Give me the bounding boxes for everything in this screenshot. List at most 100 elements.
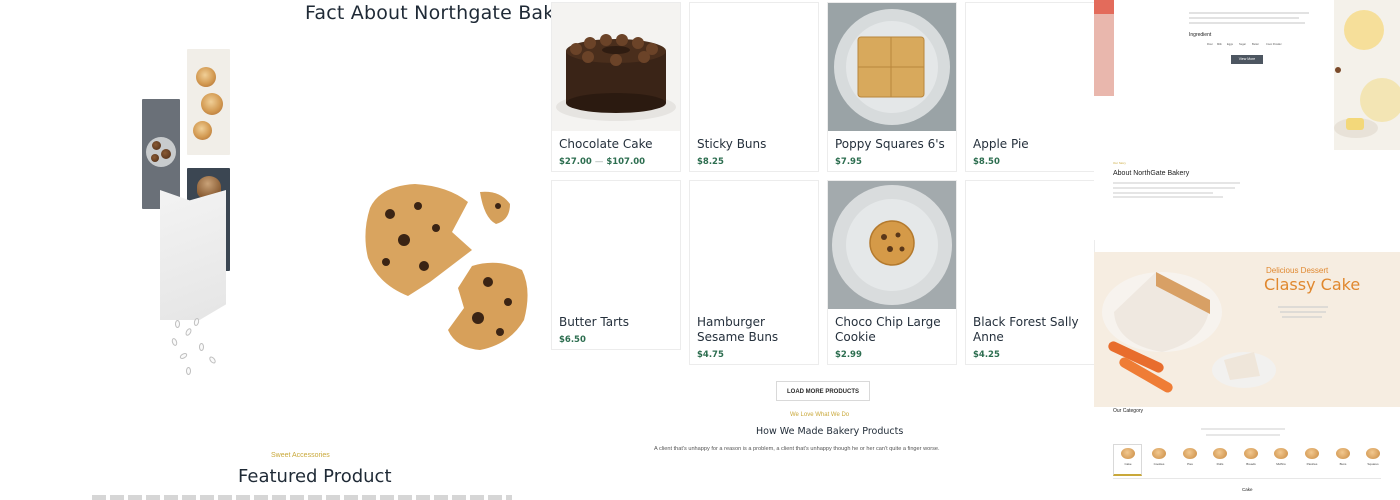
product-name[interactable]: Choco Chip Large Cookie xyxy=(835,315,953,345)
product-name[interactable]: Apple Pie xyxy=(973,137,1091,152)
pies-icon xyxy=(1183,448,1197,459)
preview-category-label: Squares xyxy=(1367,462,1379,466)
rolls-icon xyxy=(1213,448,1227,459)
preview-section-label: Cake xyxy=(1242,487,1253,492)
product-image[interactable] xyxy=(828,181,956,309)
preview-text-line xyxy=(1189,22,1305,24)
preview-cake-image xyxy=(1094,0,1400,150)
preview-about-title: About NorthGate Bakery xyxy=(1113,170,1190,177)
product-image-placeholder[interactable] xyxy=(552,181,680,309)
pastries-icon xyxy=(1305,448,1319,459)
preview-view-more-button[interactable]: View More xyxy=(1231,55,1263,64)
product-card[interactable]: Apple Pie $8.50 xyxy=(965,2,1095,172)
preview-category-label: Buns xyxy=(1339,462,1347,466)
bagels-photo xyxy=(187,49,230,155)
preview-hero-banner: Delicious Dessert Classy Cake xyxy=(1094,252,1400,407)
flour-bag-illustration xyxy=(160,190,226,320)
preview-category-label: Breads xyxy=(1246,462,1256,466)
page: Fact About Northgate Bakery Chocolate Ca… xyxy=(0,0,1400,500)
product-image-placeholder[interactable] xyxy=(966,181,1094,309)
preview-text-line xyxy=(1113,182,1240,184)
preview-category-item[interactable]: Breads xyxy=(1239,448,1263,466)
preview-category-label: Cake xyxy=(1124,462,1132,466)
preview-category-label: Rolls xyxy=(1216,462,1224,466)
product-card[interactable]: Hamburger Sesame Buns $4.75 xyxy=(689,180,819,365)
featured-product-description xyxy=(92,495,512,500)
preview-category-heading: Our Category xyxy=(1113,408,1144,414)
preview-category-item[interactable]: Buns xyxy=(1331,448,1355,466)
preview-text-line xyxy=(1189,17,1299,19)
preview-category-label: Pastries xyxy=(1306,462,1318,466)
sweet-accessories-tagline: Sweet Accessories xyxy=(271,452,330,459)
we-love-tagline: We Love What We Do xyxy=(790,412,850,418)
preview-text-line xyxy=(1206,434,1280,436)
featured-product-title: Featured Product xyxy=(238,466,392,487)
product-card[interactable]: Chocolate Cake $27.00— $107.00 xyxy=(551,2,681,172)
product-price: $2.99 xyxy=(835,350,862,360)
page-preview-bottom[interactable]: Delicious Dessert Classy Cake Our Catego… xyxy=(1094,252,1400,500)
load-more-products-button[interactable]: LOAD MORE PRODUCTS xyxy=(776,381,870,401)
product-card[interactable]: Poppy Squares 6's $7.95 xyxy=(827,2,957,172)
preview-category-item[interactable]: Cake xyxy=(1116,448,1140,466)
preview-hero-tag: Delicious Dessert xyxy=(1266,266,1329,275)
preview-divider xyxy=(1113,478,1381,479)
squares-icon xyxy=(1366,448,1380,459)
product-price: $27.00— $107.00 xyxy=(559,157,680,167)
preview-category-label: Muffins xyxy=(1276,462,1286,466)
product-grid: Chocolate Cake $27.00— $107.00 Sticky Bun… xyxy=(551,2,1095,367)
product-name[interactable]: Hamburger Sesame Buns xyxy=(697,315,815,345)
product-price: $8.25 xyxy=(697,157,724,167)
product-name[interactable]: Poppy Squares 6's xyxy=(835,137,953,152)
preview-hero-title: Classy Cake xyxy=(1264,275,1361,294)
preview-ingredient-item: Sugar xyxy=(1239,43,1246,46)
how-we-made-subtitle: A client that's unhappy for a reason is … xyxy=(654,446,940,452)
product-name[interactable]: Black Forest Sally Anne xyxy=(973,315,1091,345)
preview-text-line xyxy=(1113,196,1223,198)
product-name[interactable]: Butter Tarts xyxy=(559,315,677,330)
preview-category-item[interactable]: Pies xyxy=(1178,448,1202,466)
preview-about-tag: Our Story xyxy=(1113,161,1126,165)
preview-ingredient-item: Flour xyxy=(1207,43,1213,46)
preview-category-item[interactable]: Pastries xyxy=(1300,448,1324,466)
price-max: $107.00 xyxy=(606,157,646,167)
product-image[interactable] xyxy=(828,3,956,131)
product-price: $4.75 xyxy=(697,350,724,360)
preview-ingredient-item: Eggs xyxy=(1227,43,1233,46)
product-price: $4.25 xyxy=(973,350,1000,360)
page-preview-top[interactable]: Ingredient Flour Milk Eggs Sugar Butter … xyxy=(1094,0,1400,240)
product-card[interactable]: Sticky Buns $8.25 xyxy=(689,2,819,172)
product-image[interactable] xyxy=(552,3,680,131)
preview-ingredient-item: Coco Powder xyxy=(1266,43,1282,46)
preview-text-line xyxy=(1280,311,1326,313)
product-card[interactable]: Choco Chip Large Cookie $2.99 xyxy=(827,180,957,365)
product-price: $6.50 xyxy=(559,335,586,345)
fact-about-title: Fact About Northgate Bakery xyxy=(305,2,586,24)
product-image-placeholder[interactable] xyxy=(966,3,1094,131)
muffins-icon xyxy=(1274,448,1288,459)
buns-icon xyxy=(1336,448,1350,459)
product-card[interactable]: Butter Tarts $6.50 xyxy=(551,180,681,350)
preview-ingredient-heading: Ingredient xyxy=(1189,32,1212,38)
preview-text-line xyxy=(1189,12,1309,14)
preview-category-item[interactable]: Squares xyxy=(1361,448,1385,466)
preview-ingredient-item: Milk xyxy=(1217,43,1222,46)
price-range-dash: — xyxy=(594,157,604,167)
preview-category-item[interactable]: Rolls xyxy=(1208,448,1232,466)
how-we-made-title: How We Made Bakery Products xyxy=(756,426,904,437)
cookies-icon xyxy=(1152,448,1166,459)
cake-icon xyxy=(1121,448,1135,459)
product-name[interactable]: Sticky Buns xyxy=(697,137,815,152)
product-name[interactable]: Chocolate Cake xyxy=(559,137,677,152)
product-image-placeholder[interactable] xyxy=(690,3,818,131)
product-image-placeholder[interactable] xyxy=(690,181,818,309)
breads-icon xyxy=(1244,448,1258,459)
preview-category-item[interactable]: Cookies xyxy=(1147,448,1171,466)
price-min: $27.00 xyxy=(559,157,592,167)
product-card[interactable]: Black Forest Sally Anne $4.25 xyxy=(965,180,1095,365)
preview-text-line xyxy=(1282,316,1322,318)
broken-cookie-image xyxy=(365,184,528,350)
preview-category-item[interactable]: Muffins xyxy=(1269,448,1293,466)
preview-text-line xyxy=(1201,428,1285,430)
preview-text-line xyxy=(1113,187,1235,189)
preview-text-line xyxy=(1278,306,1328,308)
